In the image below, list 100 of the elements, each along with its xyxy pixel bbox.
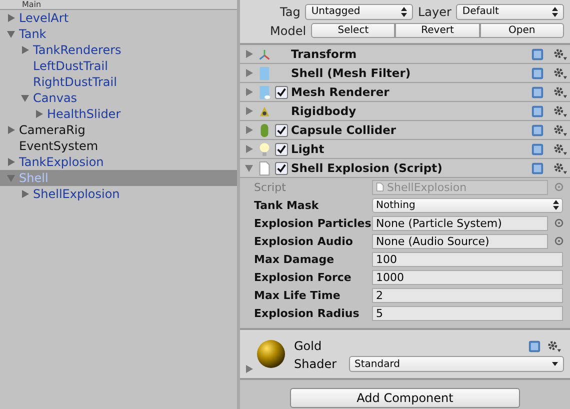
hierarchy-item[interactable]: Canvas xyxy=(0,90,237,106)
field-label: Max Damage xyxy=(254,252,336,266)
shader-dropdown[interactable]: Standard xyxy=(348,356,564,372)
component-name: Shell (Mesh Filter) xyxy=(291,66,412,80)
settings-icon[interactable] xyxy=(553,124,568,136)
component-name: Mesh Renderer xyxy=(291,85,390,99)
settings-icon[interactable] xyxy=(553,48,568,60)
settings-icon[interactable] xyxy=(553,86,568,98)
component-name: Rigidbody xyxy=(291,104,358,118)
field-label: Explosion Radius xyxy=(254,306,360,320)
expand-arrow-icon[interactable] xyxy=(244,106,254,116)
model-button[interactable]: Open xyxy=(480,23,564,38)
enable-checkbox[interactable] xyxy=(275,86,288,98)
component-name: Capsule Collider xyxy=(291,123,398,137)
component-name: Transform xyxy=(291,47,358,61)
enable-checkbox[interactable] xyxy=(275,124,288,136)
expand-arrow-icon[interactable] xyxy=(244,163,254,173)
hierarchy-item[interactable]: LevelArt xyxy=(0,10,237,26)
object-picker-icon[interactable] xyxy=(554,182,564,192)
expand-arrow-icon[interactable] xyxy=(244,144,254,154)
component-header[interactable]: Transform xyxy=(240,45,570,64)
help-book-icon[interactable] xyxy=(528,340,541,352)
component-name: Light xyxy=(291,142,326,156)
add-component-button[interactable]: Add Component xyxy=(290,388,520,408)
help-book-icon[interactable] xyxy=(531,66,544,80)
hierarchy-item[interactable]: HealthSlider xyxy=(0,106,237,122)
expand-arrow-icon[interactable] xyxy=(6,157,16,167)
number-field[interactable]: 100 xyxy=(372,252,563,266)
help-book-icon[interactable] xyxy=(531,124,544,136)
hierarchy-item[interactable]: LeftDustTrail xyxy=(0,58,237,74)
component-header[interactable]: Rigidbody xyxy=(240,102,570,121)
expand-arrow-icon[interactable] xyxy=(20,189,30,199)
component-header[interactable]: Shell (Mesh Filter) xyxy=(240,64,570,83)
settings-icon[interactable] xyxy=(553,66,568,80)
updown-arrows-icon xyxy=(400,6,407,16)
tag-dropdown[interactable]: Untagged xyxy=(305,4,413,20)
expand-arrow-icon[interactable] xyxy=(244,364,254,374)
hierarchy-item[interactable]: EventSystem xyxy=(0,138,237,154)
mesh-renderer-icon xyxy=(257,84,272,100)
light-bulb-icon xyxy=(257,142,272,156)
settings-icon[interactable] xyxy=(547,340,562,352)
expand-arrow-icon[interactable] xyxy=(244,68,254,78)
hierarchy-item[interactable]: TankRenderers xyxy=(0,42,237,58)
shader-label: Shader xyxy=(294,357,337,371)
help-book-icon[interactable] xyxy=(531,162,544,174)
help-book-icon[interactable] xyxy=(531,86,544,98)
settings-icon[interactable] xyxy=(553,142,568,156)
field-label: Explosion Particles xyxy=(254,216,372,230)
help-book-icon[interactable] xyxy=(531,48,544,60)
component-header[interactable]: Capsule Collider xyxy=(240,121,570,140)
expand-arrow-icon[interactable] xyxy=(6,13,16,23)
number-field[interactable]: 2 xyxy=(372,288,563,302)
hierarchy-item[interactable]: CameraRig xyxy=(0,122,237,138)
hierarchy-item[interactable]: TankExplosion xyxy=(0,154,237,170)
material-name: Gold xyxy=(294,339,323,353)
dropdown-field[interactable]: Nothing xyxy=(372,198,563,212)
number-field[interactable]: 5 xyxy=(372,306,563,320)
hierarchy-item[interactable]: RightDustTrail xyxy=(0,74,237,90)
component-header[interactable]: Light xyxy=(240,140,570,159)
component-header[interactable]: Mesh Renderer xyxy=(240,83,570,102)
settings-icon[interactable] xyxy=(553,104,568,118)
field-label: Script xyxy=(254,180,287,194)
field-label: Max Life Time xyxy=(254,288,342,302)
layer-label: Layer xyxy=(418,4,452,18)
hierarchy-title: Main xyxy=(0,0,237,10)
hierarchy-item[interactable]: ShellExplosion xyxy=(0,186,237,202)
field-label: Tank Mask xyxy=(254,198,320,212)
number-field[interactable]: 1000 xyxy=(372,270,563,284)
hierarchy-item[interactable]: Tank xyxy=(0,26,237,42)
model-label: Model xyxy=(270,24,306,38)
expand-arrow-icon[interactable] xyxy=(6,29,16,39)
expand-arrow-icon[interactable] xyxy=(20,45,30,55)
expand-arrow-icon[interactable] xyxy=(34,109,44,119)
model-button[interactable]: Revert xyxy=(395,23,480,38)
expand-arrow-icon[interactable] xyxy=(6,173,16,183)
tag-label: Tag xyxy=(280,4,300,18)
script-field: ShellExplosion xyxy=(372,180,548,194)
object-field[interactable]: None (Particle System) xyxy=(372,216,548,230)
model-button[interactable]: Select xyxy=(311,23,396,38)
layer-dropdown[interactable]: Default xyxy=(456,4,564,20)
updown-arrows-icon xyxy=(553,200,559,210)
object-field[interactable]: None (Audio Source) xyxy=(372,234,548,248)
help-book-icon[interactable] xyxy=(531,142,544,156)
expand-arrow-icon[interactable] xyxy=(20,93,30,103)
field-label: Explosion Force xyxy=(254,270,352,284)
expand-arrow-icon[interactable] xyxy=(6,125,16,135)
help-book-icon[interactable] xyxy=(531,104,544,118)
script-file-icon xyxy=(376,182,384,192)
expand-arrow-icon[interactable] xyxy=(244,125,254,135)
enable-checkbox[interactable] xyxy=(275,162,288,174)
expand-arrow-icon[interactable] xyxy=(244,49,254,59)
enable-checkbox[interactable] xyxy=(275,142,288,156)
updown-arrows-icon xyxy=(552,6,558,16)
component-name: Shell Explosion (Script) xyxy=(291,161,444,175)
sphere-icon xyxy=(256,339,286,369)
field-label: Explosion Audio xyxy=(254,234,354,248)
expand-arrow-icon[interactable] xyxy=(244,87,254,97)
mesh-icon xyxy=(257,66,272,80)
component-header[interactable]: Shell Explosion (Script) xyxy=(240,159,570,178)
settings-icon[interactable] xyxy=(553,162,568,174)
